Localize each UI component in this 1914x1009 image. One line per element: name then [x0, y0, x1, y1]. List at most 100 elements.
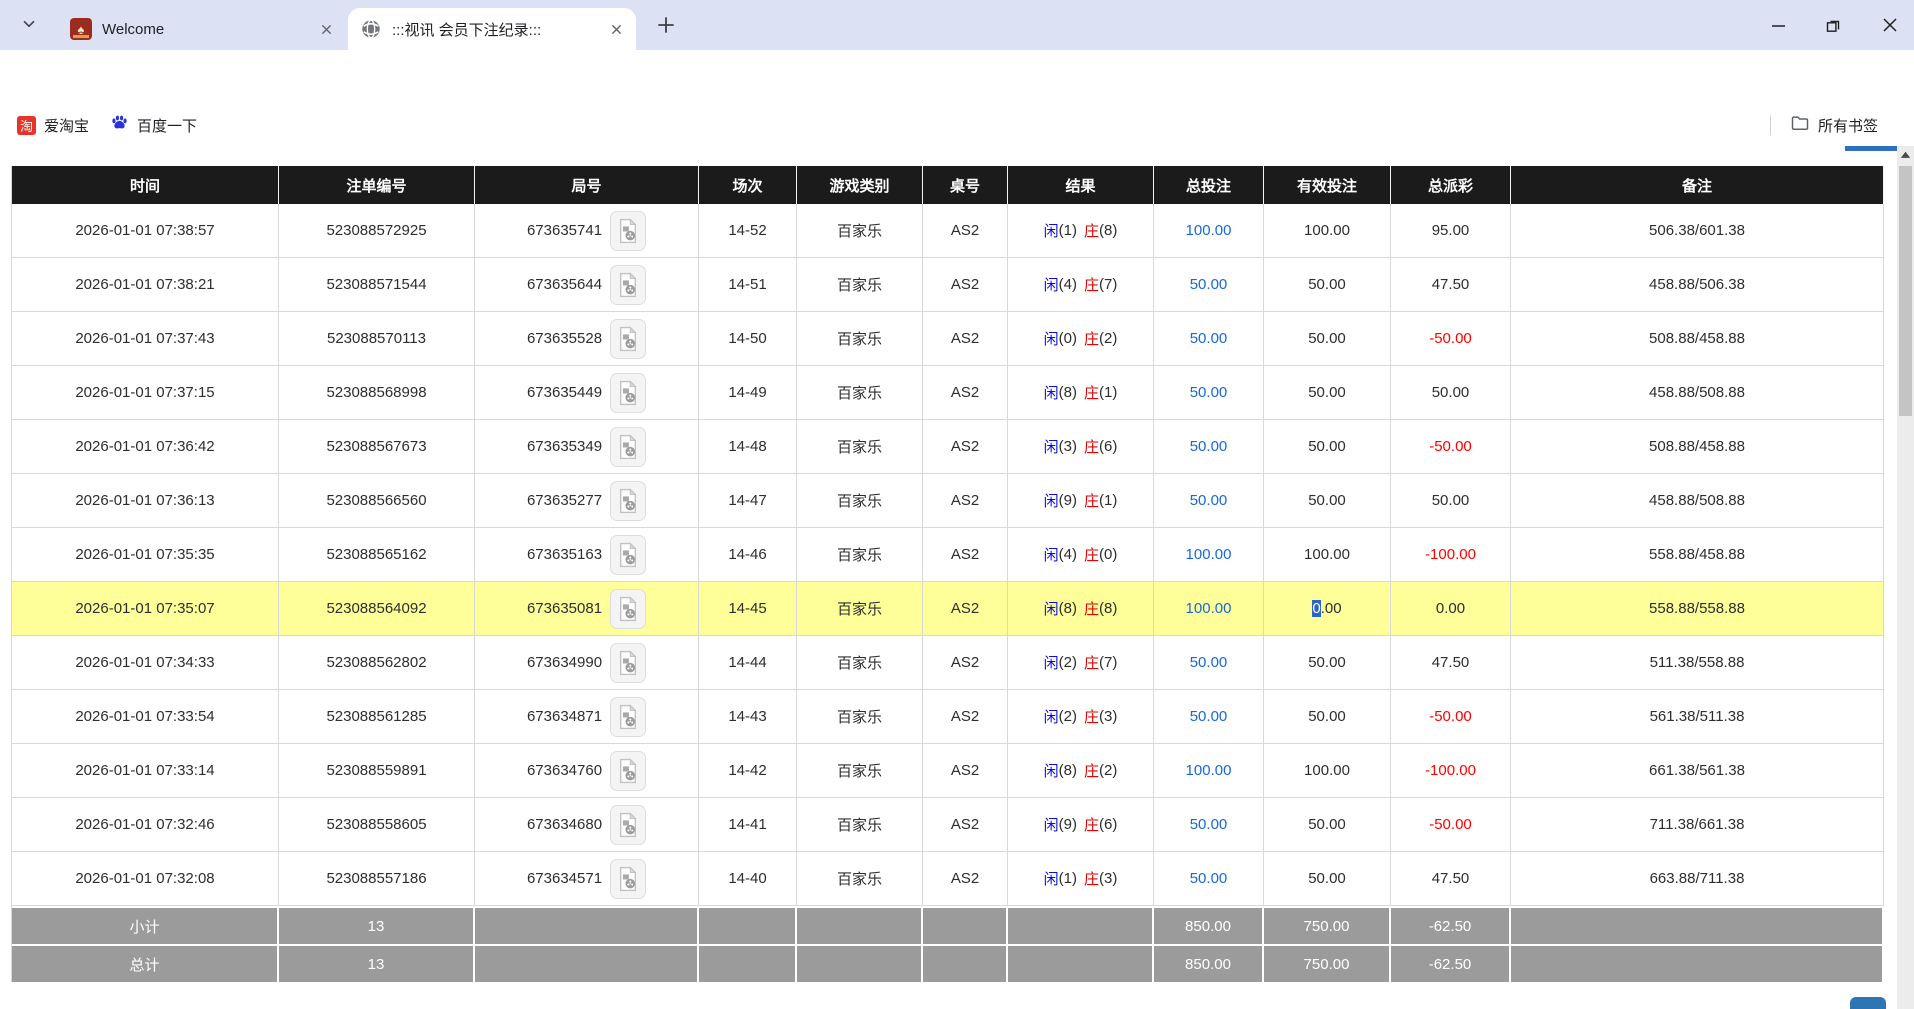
footer-empty — [923, 906, 1008, 944]
cell-game-type: 百家乐 — [797, 474, 923, 528]
round-number: 673634990 — [527, 654, 602, 671]
footer-count: 13 — [279, 944, 475, 982]
clipped-blue-button-bottom[interactable] — [1850, 997, 1886, 1009]
cell-time: 2026-01-01 07:35:07 — [12, 582, 279, 636]
video-replay-button[interactable] — [610, 211, 646, 251]
video-replay-button[interactable] — [610, 805, 646, 845]
total-bet-link[interactable]: 100.00 — [1154, 528, 1264, 582]
total-bet-link[interactable]: 100.00 — [1154, 744, 1264, 798]
table-row[interactable]: 2026-01-01 07:33:54523088561285673634871… — [12, 690, 1884, 744]
table-row[interactable]: 2026-01-01 07:38:21523088571544673635644… — [12, 258, 1884, 312]
video-replay-button[interactable] — [610, 535, 646, 575]
cell-game-type: 百家乐 — [797, 420, 923, 474]
window-close-button[interactable] — [1877, 12, 1903, 38]
table-row[interactable]: 2026-01-01 07:36:13523088566560673635277… — [12, 474, 1884, 528]
video-replay-button[interactable] — [610, 265, 646, 305]
cell-note: 506.38/601.38 — [1511, 204, 1884, 258]
banker-result: 庄 — [1084, 706, 1099, 727]
bookmark-label: 爱淘宝 — [44, 115, 89, 136]
player-score: (4) — [1059, 276, 1077, 293]
table-row[interactable]: 2026-01-01 07:34:33523088562802673634990… — [12, 636, 1884, 690]
video-replay-button[interactable] — [610, 373, 646, 413]
window-restore-button[interactable] — [1820, 12, 1846, 38]
tab-search-button[interactable] — [14, 13, 44, 39]
footer-empty — [1008, 906, 1154, 944]
new-tab-button[interactable] — [652, 11, 680, 39]
cell-round: 673635741 — [475, 204, 699, 258]
total-bet-link[interactable]: 50.00 — [1154, 474, 1264, 528]
scrollbar-thumb[interactable] — [1899, 166, 1912, 416]
total-bet-link[interactable]: 50.00 — [1154, 312, 1264, 366]
cell-bet-id: 523088566560 — [279, 474, 475, 528]
cell-payout: -50.00 — [1391, 420, 1511, 474]
cell-result: 闲(3)庄(6) — [1008, 420, 1154, 474]
table-row[interactable]: 2026-01-01 07:38:57523088572925673635741… — [12, 204, 1884, 258]
table-row[interactable]: 2026-01-01 07:35:07523088564092673635081… — [12, 582, 1884, 636]
player-score: (2) — [1059, 708, 1077, 725]
cell-note: 711.38/661.38 — [1511, 798, 1884, 852]
video-replay-button[interactable] — [610, 697, 646, 737]
cell-note: 661.38/561.38 — [1511, 744, 1884, 798]
cell-bet-id: 523088558605 — [279, 798, 475, 852]
cell-note: 561.38/511.38 — [1511, 690, 1884, 744]
all-bookmarks-button[interactable]: 所有书签 — [1790, 104, 1878, 146]
close-icon[interactable] — [606, 19, 626, 39]
tab-welcome[interactable]: ♠ Welcome — [58, 8, 346, 50]
footer-empty — [797, 906, 923, 944]
table-row[interactable]: 2026-01-01 07:37:15523088568998673635449… — [12, 366, 1884, 420]
table-row[interactable]: 2026-01-01 07:37:43523088570113673635528… — [12, 312, 1884, 366]
total-bet-link[interactable]: 50.00 — [1154, 636, 1264, 690]
bookmark-baidu[interactable]: 百度一下 — [110, 104, 197, 146]
page-scrollbar[interactable] — [1897, 146, 1914, 1009]
table-row[interactable]: 2026-01-01 07:32:08523088557186673634571… — [12, 852, 1884, 906]
footer-empty — [475, 944, 699, 982]
cell-valid-bet: 100.00 — [1264, 528, 1391, 582]
video-replay-button[interactable] — [610, 319, 646, 359]
round-number: 673634680 — [527, 816, 602, 833]
cell-table-no: AS2 — [923, 366, 1008, 420]
clipped-blue-element-top — [1845, 146, 1897, 151]
scroll-up-arrow-icon[interactable] — [1898, 148, 1913, 163]
cell-table-no: AS2 — [923, 258, 1008, 312]
video-replay-button[interactable] — [610, 643, 646, 683]
footer-empty — [699, 906, 797, 944]
total-bet-link[interactable]: 50.00 — [1154, 690, 1264, 744]
total-bet-link[interactable]: 50.00 — [1154, 420, 1264, 474]
player-score: (8) — [1059, 762, 1077, 779]
total-bet-link[interactable]: 100.00 — [1154, 204, 1264, 258]
footer-valid-bet: 750.00 — [1264, 906, 1391, 944]
video-replay-button[interactable] — [610, 481, 646, 521]
banker-score: (0) — [1099, 546, 1117, 563]
video-replay-button[interactable] — [610, 589, 646, 629]
cell-time: 2026-01-01 07:37:43 — [12, 312, 279, 366]
video-replay-button[interactable] — [610, 859, 646, 899]
cell-round: 673635349 — [475, 420, 699, 474]
cell-round: 673634571 — [475, 852, 699, 906]
tab-betrecord[interactable]: :::视讯 会员下注纪录::: — [348, 8, 636, 50]
total-bet-link[interactable]: 50.00 — [1154, 798, 1264, 852]
cell-session: 14-46 — [699, 528, 797, 582]
footer-count: 13 — [279, 906, 475, 944]
cell-time: 2026-01-01 07:33:54 — [12, 690, 279, 744]
cell-valid-bet: 50.00 — [1264, 366, 1391, 420]
video-replay-button[interactable] — [610, 427, 646, 467]
video-replay-button[interactable] — [610, 751, 646, 791]
window-minimize-button[interactable] — [1765, 12, 1791, 38]
table-row[interactable]: 2026-01-01 07:33:14523088559891673634760… — [12, 744, 1884, 798]
bookmark-aitaobao[interactable]: 淘 爱淘宝 — [17, 104, 89, 146]
table-row[interactable]: 2026-01-01 07:32:46523088558605673634680… — [12, 798, 1884, 852]
footer-valid-bet: 750.00 — [1264, 944, 1391, 982]
table-row[interactable]: 2026-01-01 07:35:35523088565162673635163… — [12, 528, 1884, 582]
close-icon[interactable] — [316, 19, 336, 39]
total-bet-link[interactable]: 50.00 — [1154, 366, 1264, 420]
cell-note: 458.88/506.38 — [1511, 258, 1884, 312]
player-score: (1) — [1059, 222, 1077, 239]
total-bet-link[interactable]: 50.00 — [1154, 258, 1264, 312]
table-row[interactable]: 2026-01-01 07:36:42523088567673673635349… — [12, 420, 1884, 474]
total-bet-link[interactable]: 100.00 — [1154, 582, 1264, 636]
column-header: 注单编号 — [279, 166, 475, 204]
taobao-icon: 淘 — [17, 116, 36, 135]
cell-game-type: 百家乐 — [797, 636, 923, 690]
player-result: 闲 — [1044, 868, 1059, 889]
total-bet-link[interactable]: 50.00 — [1154, 852, 1264, 906]
